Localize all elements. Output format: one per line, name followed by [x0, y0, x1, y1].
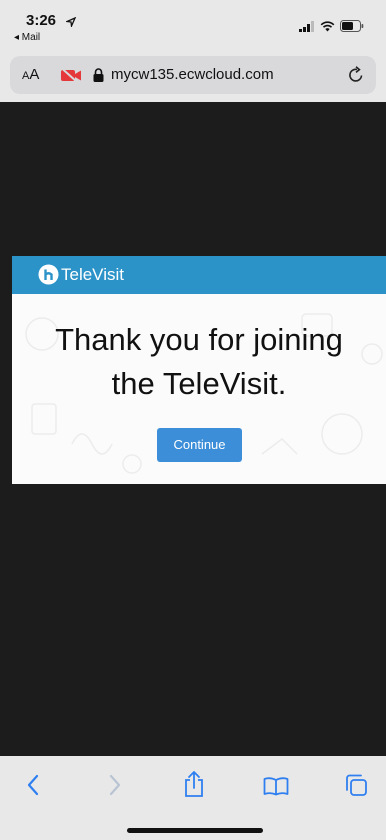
share-icon[interactable] — [183, 770, 205, 803]
camera-off-icon[interactable] — [60, 67, 82, 87]
lock-icon — [93, 68, 104, 87]
televisit-dialog: TeleVisit Thank you for joining the Tele… — [12, 256, 386, 484]
web-content: TeleVisit Thank you for joining the Tele… — [0, 102, 386, 756]
wifi-icon — [320, 19, 335, 37]
url-text[interactable]: mycw135.ecwcloud.com — [111, 66, 274, 83]
back-to-app-link[interactable]: ◂ Mail — [14, 32, 40, 43]
reader-view-button[interactable]: AA — [22, 66, 39, 83]
dialog-header: TeleVisit — [12, 256, 386, 294]
reload-icon[interactable] — [348, 66, 364, 88]
status-time: 3:26 — [26, 12, 57, 29]
tabs-icon[interactable] — [344, 773, 368, 802]
location-arrow-icon — [64, 14, 77, 32]
message-line-1: Thank you for joining — [55, 322, 343, 357]
status-bar: 3:26 ◂ Mail — [0, 0, 386, 50]
forward-icon[interactable] — [108, 774, 122, 801]
back-icon[interactable] — [26, 774, 40, 801]
continue-button[interactable]: Continue — [157, 428, 242, 462]
bookmarks-icon[interactable] — [263, 776, 289, 801]
signal-icon — [299, 19, 315, 37]
address-bar[interactable]: AA mycw135.ecwcloud.com — [10, 56, 376, 94]
battery-icon — [340, 19, 364, 37]
brand-name: TeleVisit — [61, 265, 124, 284]
browser-address-area: AA mycw135.ecwcloud.com — [0, 50, 386, 102]
message-line-2: the TeleVisit. — [111, 366, 287, 401]
televisit-logo-icon — [38, 264, 59, 290]
home-indicator[interactable] — [127, 828, 263, 833]
dialog-body: Thank you for joining the TeleVisit. Con… — [12, 294, 386, 484]
status-icons — [299, 19, 364, 37]
thank-you-message: Thank you for joining the TeleVisit. — [12, 318, 386, 406]
